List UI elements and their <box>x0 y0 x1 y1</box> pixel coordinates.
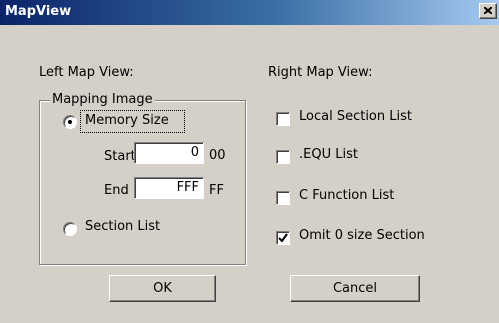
cancel-button[interactable]: Cancel <box>290 275 420 302</box>
left-map-view-heading: Left Map View: <box>39 65 134 80</box>
omit-zero-size-section-checkbox[interactable] <box>276 231 290 245</box>
c-function-list-checkbox[interactable] <box>276 191 290 205</box>
omit-zero-size-section-label[interactable]: Omit 0 size Section <box>299 228 425 243</box>
section-list-radio[interactable] <box>63 222 77 236</box>
right-map-view-heading: Right Map View: <box>268 65 373 80</box>
ok-button[interactable]: OK <box>109 275 216 302</box>
close-button[interactable] <box>479 3 497 19</box>
local-section-list-checkbox[interactable] <box>276 112 290 126</box>
title-bar: MapView <box>0 0 499 25</box>
start-suffix: 00 <box>209 148 226 163</box>
memory-size-radio[interactable] <box>63 115 77 129</box>
equ-list-label[interactable]: .EQU List <box>299 147 358 162</box>
c-function-list-label[interactable]: C Function List <box>299 188 394 203</box>
end-label: End <box>104 183 129 198</box>
start-label: Start <box>104 149 136 164</box>
end-field[interactable]: FFF <box>134 177 204 199</box>
memory-size-label[interactable]: Memory Size <box>85 113 169 128</box>
section-list-label[interactable]: Section List <box>85 219 160 234</box>
local-section-list-label[interactable]: Local Section List <box>299 109 412 124</box>
end-suffix: FF <box>209 183 224 198</box>
start-field[interactable]: 0 <box>134 142 204 164</box>
start-value: 0 <box>190 145 199 160</box>
radio-selected-dot <box>68 120 72 124</box>
equ-list-checkbox[interactable] <box>276 150 290 164</box>
end-value: FFF <box>176 180 199 195</box>
checkmark-icon <box>278 233 288 243</box>
window-title: MapView <box>5 4 72 19</box>
close-icon <box>484 7 492 14</box>
mapping-image-label: Mapping Image <box>50 92 155 107</box>
